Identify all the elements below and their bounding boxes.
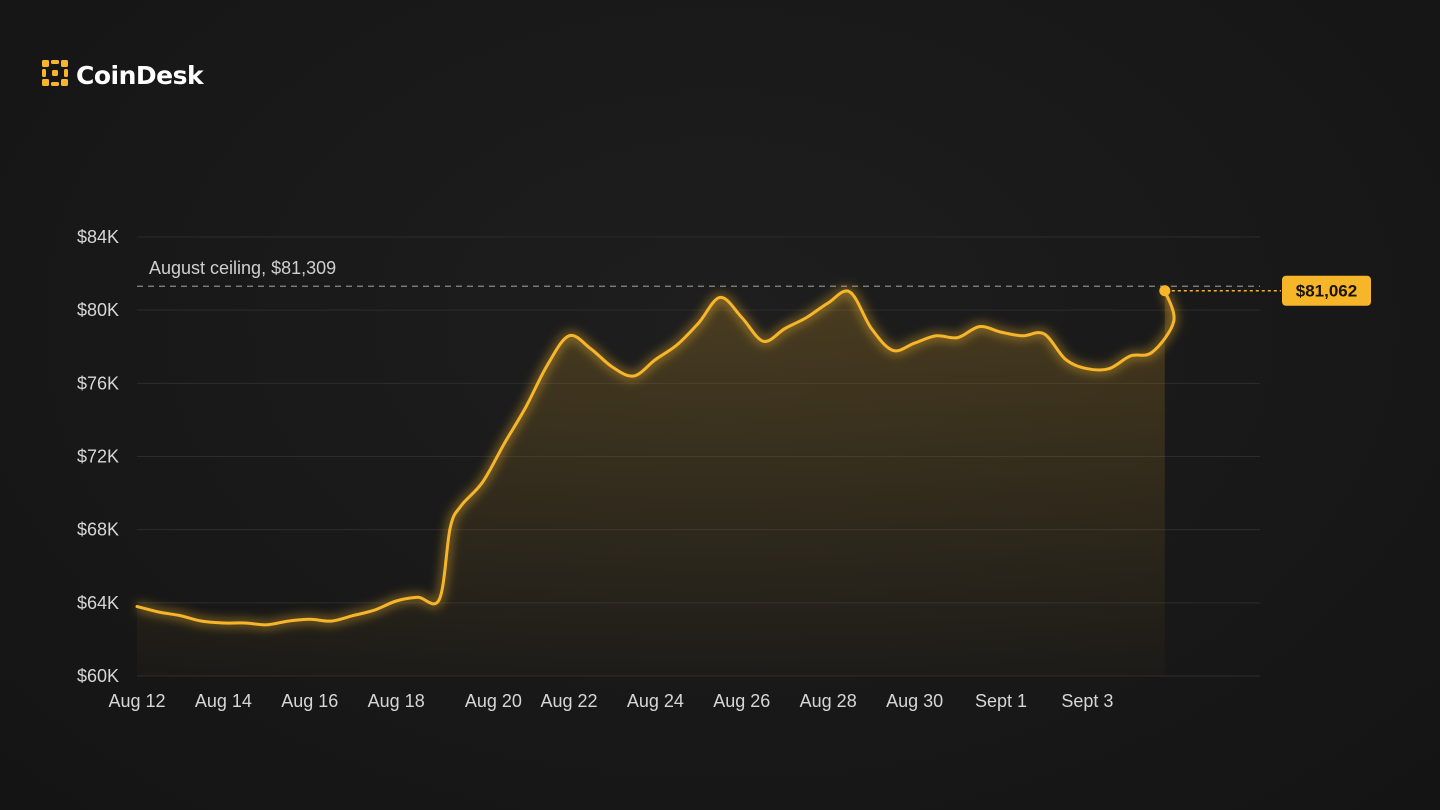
y-tick-label: $72K — [77, 447, 119, 467]
chart-page: CoinDesk August ceiling, $81,309 $60K $64… — [0, 0, 1440, 810]
x-tick-label: Aug 14 — [195, 691, 252, 711]
ceiling-label: August ceiling, $81,309 — [149, 258, 336, 278]
x-tick-label: Aug 26 — [713, 691, 770, 711]
x-tick-label: Aug 16 — [281, 691, 338, 711]
x-tick-label: Sept 1 — [975, 691, 1027, 711]
y-tick-label: $76K — [77, 373, 119, 393]
x-tick-label: Sept 3 — [1061, 691, 1113, 711]
y-tick-label: $64K — [77, 593, 119, 613]
x-tick-label: Aug 18 — [368, 691, 425, 711]
x-tick-label: Aug 20 — [465, 691, 522, 711]
last-value-dot — [1159, 285, 1171, 297]
y-tick-label: $80K — [77, 300, 119, 320]
y-tick-label: $60K — [77, 666, 119, 686]
x-tick-label: Aug 30 — [886, 691, 943, 711]
x-tick-label: Aug 22 — [540, 691, 597, 711]
y-tick-label: $84K — [77, 227, 119, 247]
x-tick-label: Aug 24 — [627, 691, 684, 711]
x-tick-label: Aug 12 — [108, 691, 165, 711]
price-chart: August ceiling, $81,309 $60K $64K $68K $72K… — [77, 227, 1371, 711]
last-value-label: $81,062 — [1296, 282, 1357, 301]
x-tick-label: Aug 28 — [800, 691, 857, 711]
y-tick-label: $68K — [77, 520, 119, 540]
